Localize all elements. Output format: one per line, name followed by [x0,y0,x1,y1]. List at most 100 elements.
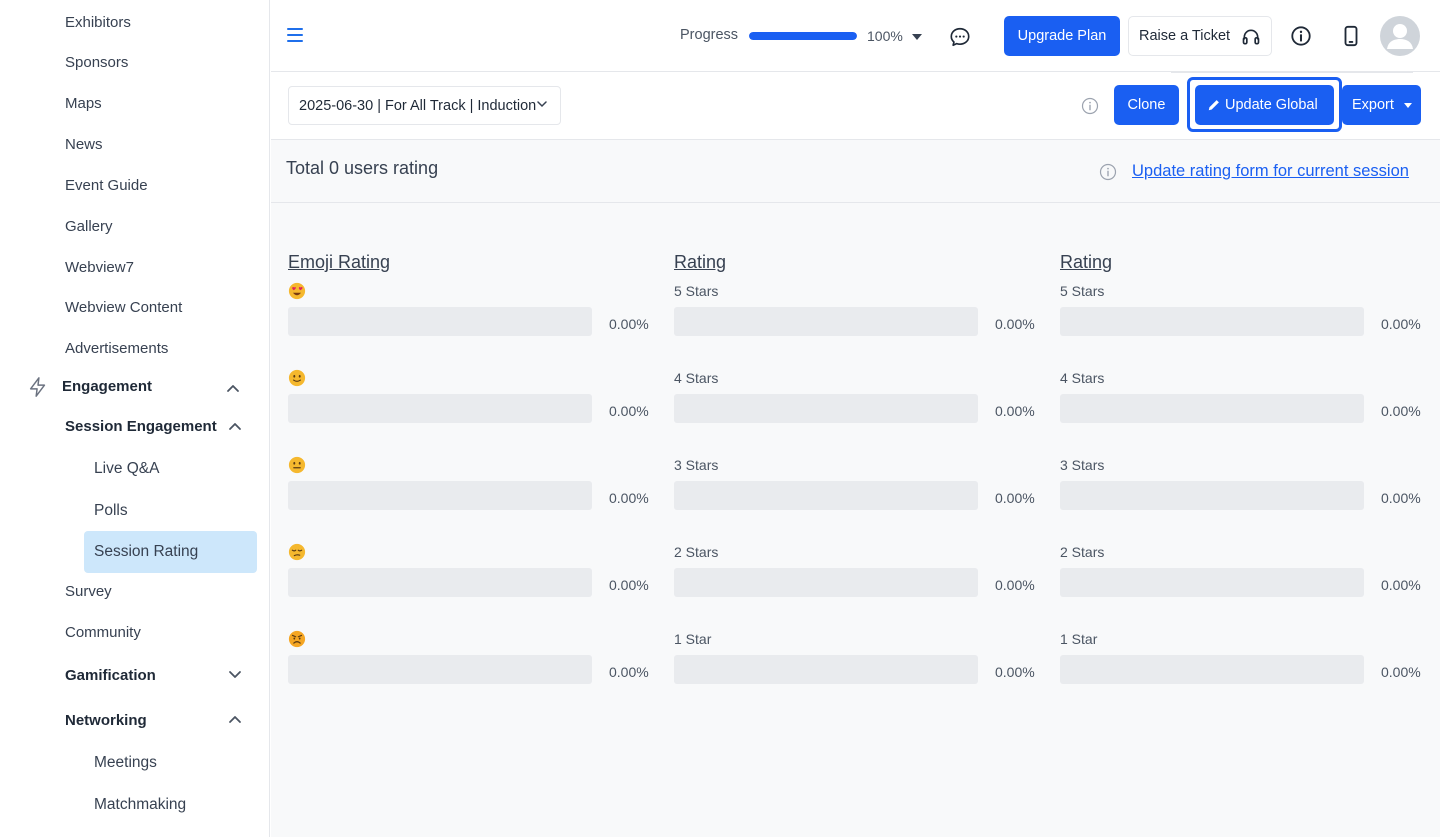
rating-percent: 0.00% [1381,577,1421,593]
rating-row-label: 4 Stars [674,370,719,386]
sidebar-item-advertisements[interactable]: Advertisements [65,339,168,359]
rating-percent: 0.00% [995,577,1035,593]
chevron-down-icon [537,101,547,108]
sidebar-item-matchmaking[interactable]: Matchmaking [94,795,186,815]
rating-percent: 0.00% [1381,664,1421,680]
sidebar-group-networking[interactable]: Networking [65,711,147,731]
rating-row-label: 4 Stars [1060,370,1105,386]
progress-bar [749,32,857,40]
rating-percent: 0.00% [995,490,1035,506]
column-title: Rating [674,252,727,272]
angry-emoji-icon [288,630,306,648]
rating-bar [1060,655,1364,684]
rating-bar [1060,568,1364,597]
sidebar-item-maps[interactable]: Maps [65,94,102,114]
column-title: Emoji Rating [288,252,391,272]
sidebar-group-engagement[interactable]: Engagement [62,377,152,397]
rating-percent: 0.00% [995,316,1035,332]
sidebar-item-gallery[interactable]: Gallery [65,217,113,237]
progress-label: Progress [680,27,739,43]
unamused-emoji-icon [288,543,306,561]
info-icon[interactable] [1099,163,1117,181]
hamburger-menu-icon[interactable] [287,28,303,42]
lightning-icon [29,377,46,397]
user-silhouette-icon [1387,24,1413,49]
column-title: Rating [1060,252,1113,272]
rating-bar [288,568,592,597]
rating-bar [674,568,978,597]
chat-bubble-icon[interactable] [949,26,971,48]
rating-bar [288,307,592,336]
rating-percent: 0.00% [609,664,649,680]
chevron-up-icon[interactable] [228,712,242,726]
rating-percent: 0.00% [609,403,649,419]
sidebar-item-community[interactable]: Community [65,623,141,643]
rating-results: Total 0 users rating Update rating form … [271,140,1440,837]
chevron-up-icon[interactable] [228,419,242,433]
rating-percent: 0.00% [995,664,1035,680]
rating-percent: 0.00% [609,577,649,593]
rating-percent: 0.00% [1381,490,1421,506]
pencil-icon [1208,100,1219,111]
dropdown-shadow-edge [1171,72,1413,73]
total-ratings-label: Total 0 users rating [286,158,439,178]
rating-row-label: 5 Stars [1060,283,1105,299]
rating-bar [1060,394,1364,423]
info-icon[interactable] [1290,25,1312,47]
rating-bar [288,394,592,423]
rating-percent: 0.00% [995,403,1035,419]
rating-percent: 0.00% [609,490,649,506]
avatar[interactable] [1380,16,1420,56]
progress-percent: 100% [867,28,903,44]
heart-eyes-emoji-icon [288,282,306,300]
rating-row-label: 1 Star [674,631,712,647]
headset-icon [1242,29,1260,45]
rating-row-label: 3 Stars [674,457,719,473]
rating-row-label: 2 Stars [1060,544,1105,560]
rating-percent: 0.00% [609,316,649,332]
session-select[interactable]: 2025-06-30 | For All Track | Induction [288,86,561,125]
session-toolbar: 2025-06-30 | For All Track | Induction C… [271,72,1440,140]
neutral-emoji-icon [288,456,306,474]
sidebar-item-webview7[interactable]: Webview7 [65,258,134,278]
slight-smile-emoji-icon [288,369,306,387]
sidebar-item-meetings[interactable]: Meetings [94,753,157,773]
sidebar-item-news[interactable]: News [65,135,103,155]
progress-bar-fill [749,32,857,40]
caret-down-icon[interactable] [912,34,922,40]
clone-button[interactable]: Clone [1114,85,1179,125]
sidebar-item-live-qa[interactable]: Live Q&A [94,459,159,479]
rating-bar [1060,307,1364,336]
rating-row-label: 1 Star [1060,631,1098,647]
sidebar-item-session-rating[interactable]: Session Rating [94,542,198,562]
info-icon[interactable] [1081,97,1099,115]
sidebar-group-session-engagement[interactable]: Session Engagement [65,417,217,437]
topbar: Progress 100% Upgrade Plan Raise a Ticke… [271,0,1440,72]
rating-bar [674,481,978,510]
sidebar-item-survey[interactable]: Survey [65,582,112,602]
rating-bar [1060,481,1364,510]
sidebar-item-sponsors[interactable]: Sponsors [65,53,128,73]
rating-row-label: 3 Stars [1060,457,1105,473]
mobile-phone-icon[interactable] [1341,25,1361,47]
upgrade-plan-button[interactable]: Upgrade Plan [1004,16,1120,56]
sidebar-group-gamification[interactable]: Gamification [65,666,156,686]
chevron-up-icon[interactable] [226,381,240,395]
rating-row-label: 2 Stars [674,544,719,560]
chevron-down-icon[interactable] [228,667,242,681]
update-rating-form-link[interactable]: Update rating form for current session [1132,162,1409,181]
caret-down-icon [1404,103,1412,108]
sidebar: Exhibitors Sponsors Maps News Event Guid… [0,0,270,837]
sidebar-item-webview-content[interactable]: Webview Content [65,298,182,318]
rating-bar [288,655,592,684]
rating-percent: 0.00% [1381,403,1421,419]
rating-row-label: 5 Stars [674,283,719,299]
sidebar-item-polls[interactable]: Polls [94,501,128,521]
rating-bar [674,394,978,423]
rating-percent: 0.00% [1381,316,1421,332]
sidebar-item-event-guide[interactable]: Event Guide [65,176,148,196]
rating-bar [288,481,592,510]
sidebar-item-exhibitors[interactable]: Exhibitors [65,13,131,33]
summary-band: Total 0 users rating Update rating form … [271,140,1440,203]
rating-bar [674,655,978,684]
